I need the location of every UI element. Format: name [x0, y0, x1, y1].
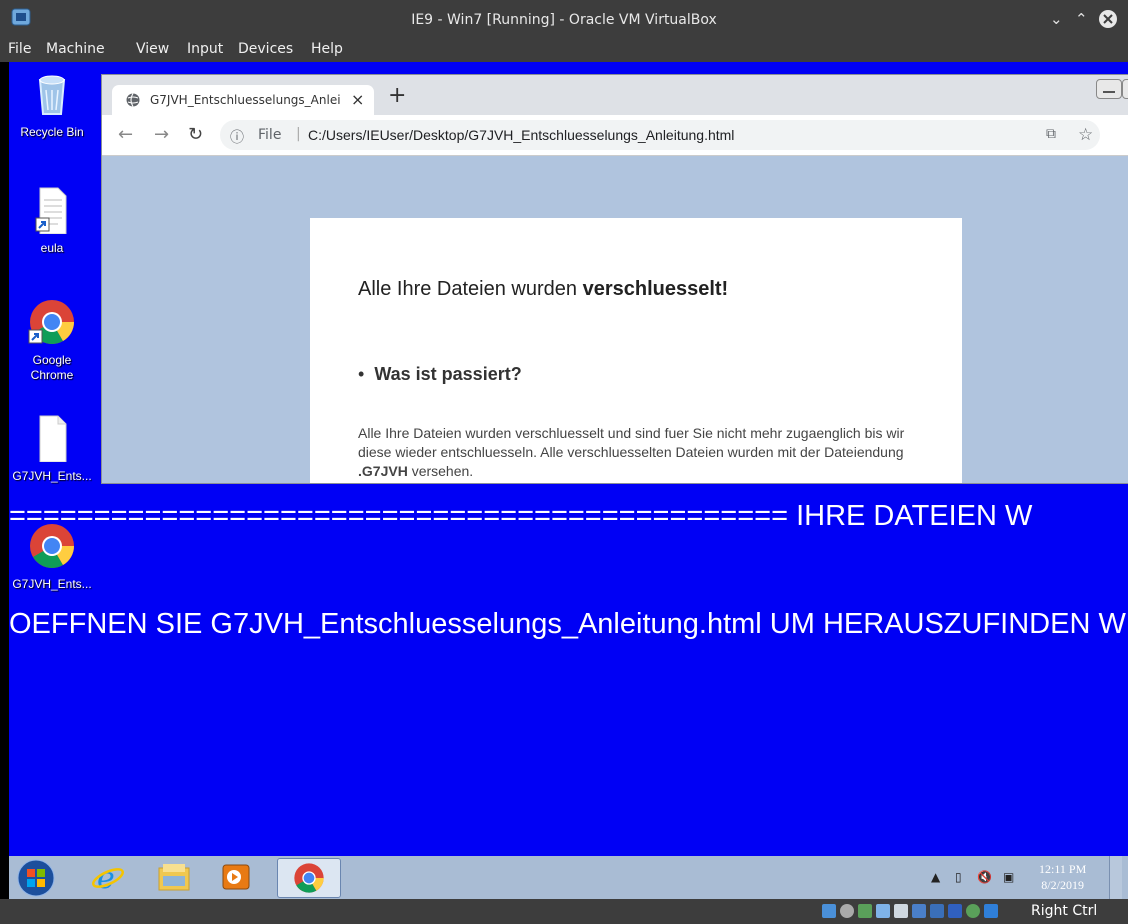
- svg-text:e: e: [97, 861, 115, 894]
- minimize-window-button[interactable]: [1096, 79, 1122, 99]
- window-title: IE9 - Win7 [Running] - Oracle VM Virtual…: [411, 12, 717, 28]
- desktop-icon-label: G7JVH_Ents...: [12, 577, 92, 591]
- page-heading-bold: verschluesselt!: [582, 278, 729, 300]
- menu-file[interactable]: File: [8, 41, 31, 57]
- address-separator: |: [296, 126, 301, 142]
- desktop-icon-label: eula: [40, 241, 64, 255]
- tab-close-icon[interactable]: ×: [351, 90, 364, 109]
- tab-title: G7JVH_Entschluesselungs_Anleitung.html: [150, 93, 340, 107]
- optical-drive-status-icon[interactable]: [840, 904, 854, 918]
- cpu-status-icon[interactable]: [948, 904, 962, 918]
- taskbar-media-player-button[interactable]: [205, 858, 267, 896]
- paragraph-text-end: versehen.: [407, 463, 474, 479]
- address-scheme: File: [258, 127, 282, 143]
- keyboard-capture-status-icon[interactable]: [984, 904, 998, 918]
- taskbar: e ▲ ▯ 🔇 ▣ 12:11 PM 8/2/2019: [9, 856, 1128, 899]
- html-file-icon: [39, 415, 67, 463]
- desktop-icon-label: Recycle Bin: [20, 125, 84, 139]
- desktop-icon-google-chrome[interactable]: Google Chrome: [9, 298, 95, 383]
- show-hidden-icons-icon[interactable]: ▲: [931, 870, 940, 884]
- recycle-bin-icon: [38, 75, 66, 115]
- menu-help[interactable]: Help: [311, 41, 343, 57]
- vbox-menubar: File Machine View Input Devices Help: [0, 40, 1128, 62]
- taskbar-explorer-button[interactable]: [143, 858, 205, 896]
- host-key-label: Right Ctrl: [1031, 903, 1098, 919]
- menu-devices[interactable]: Devices: [238, 41, 293, 57]
- new-tab-icon[interactable]: +: [388, 83, 406, 108]
- recording-status-icon[interactable]: [930, 904, 944, 918]
- media-player-icon: [222, 864, 250, 890]
- network-icon[interactable]: ▣: [1003, 870, 1014, 884]
- back-icon[interactable]: ←: [118, 124, 133, 145]
- page-viewport: Alle Ihre Dateien wurden verschluesselt!…: [102, 156, 1128, 483]
- menu-view[interactable]: View: [136, 41, 169, 57]
- desktop-icon-recycle-bin[interactable]: Recycle Bin: [9, 70, 95, 140]
- desktop-icon-label: Google Chrome: [30, 353, 74, 382]
- internet-explorer-icon: e: [92, 861, 124, 894]
- collapse-icon[interactable]: ⌄: [1050, 10, 1063, 28]
- page-paragraph: Alle Ihre Dateien wurden verschluesselt …: [358, 424, 918, 481]
- bullet-heading: • Was ist passiert?: [358, 364, 522, 384]
- ransom-note-card: Alle Ihre Dateien wurden verschluesselt!…: [310, 218, 962, 483]
- taskbar-ie-button[interactable]: e: [77, 858, 139, 896]
- close-icon[interactable]: [1098, 9, 1118, 29]
- hard-disk-status-icon[interactable]: [822, 904, 836, 918]
- globe-icon: [126, 93, 140, 107]
- address-bar[interactable]: ⓘ File | C:/Users/IEUser/Desktop/G7JVH_E…: [220, 120, 1100, 150]
- page-heading-plain: Alle Ihre Dateien wurden: [358, 278, 583, 300]
- network-status-icon[interactable]: [912, 904, 926, 918]
- maximize-window-button[interactable]: [1122, 79, 1128, 99]
- vbox-titlebar: IE9 - Win7 [Running] - Oracle VM Virtual…: [0, 0, 1128, 40]
- usb-status-icon[interactable]: [858, 904, 872, 918]
- start-button-icon[interactable]: [17, 859, 55, 897]
- taskbar-chrome-button[interactable]: [277, 858, 341, 898]
- info-icon[interactable]: ⓘ: [230, 127, 244, 147]
- translate-icon[interactable]: ⧉: [1046, 126, 1056, 142]
- reload-icon[interactable]: ↻: [188, 124, 203, 145]
- guest-desktop: Recycle Bin eula Google Chrome G7JVH_Ent…: [9, 62, 1128, 856]
- display-status-icon[interactable]: [894, 904, 908, 918]
- shared-folders-status-icon[interactable]: [876, 904, 890, 918]
- taskbar-clock[interactable]: 12:11 PM 8/2/2019: [1039, 861, 1086, 893]
- page-heading: Alle Ihre Dateien wurden verschluesselt!: [358, 278, 728, 301]
- menu-machine[interactable]: Machine: [46, 41, 105, 57]
- desktop-icon-html-file[interactable]: G7JVH_Ents...: [9, 414, 95, 484]
- volume-muted-icon[interactable]: 🔇: [977, 870, 992, 884]
- chrome-window: G7JVH_Entschluesselungs_Anleitung.html ×…: [101, 74, 1128, 484]
- show-desktop-button[interactable]: [1109, 856, 1122, 899]
- browser-toolbar: ← → ↻ ⓘ File | C:/Users/IEUser/Desktop/G…: [102, 115, 1128, 156]
- address-url: C:/Users/IEUser/Desktop/G7JVH_Entschlues…: [308, 127, 735, 143]
- clock-date: 8/2/2019: [1041, 878, 1084, 892]
- text-file-shortcut-icon: [35, 187, 67, 235]
- tab-strip: G7JVH_Entschluesselungs_Anleitung.html ×…: [102, 75, 1128, 115]
- bookmark-star-icon[interactable]: ☆: [1078, 125, 1093, 145]
- forward-icon[interactable]: →: [154, 124, 169, 145]
- browser-tab[interactable]: G7JVH_Entschluesselungs_Anleitung.html ×: [112, 85, 374, 115]
- paragraph-text: Alle Ihre Dateien wurden verschluesselt …: [358, 425, 905, 460]
- menu-input[interactable]: Input: [187, 41, 223, 57]
- chrome-icon: [294, 863, 324, 893]
- device-tray-icon[interactable]: ▯: [955, 870, 962, 884]
- clock-time: 12:11 PM: [1039, 862, 1087, 876]
- folder-icon: [158, 864, 190, 891]
- bullet-heading-text: Was ist passiert?: [374, 364, 522, 384]
- ransom-banner-line1: ========================================…: [9, 500, 1033, 532]
- maximize-icon[interactable]: ⌃: [1075, 10, 1088, 28]
- mouse-integration-status-icon[interactable]: [966, 904, 980, 918]
- chrome-shortcut-icon: [28, 300, 74, 344]
- desktop-icon-eula[interactable]: eula: [9, 186, 95, 256]
- desktop-icon-label: G7JVH_Ents...: [12, 469, 92, 483]
- ransom-banner-line2: OEFFNEN SIE G7JVH_Entschluesselungs_Anle…: [9, 608, 1126, 640]
- paragraph-extension: .G7JVH: [358, 463, 408, 479]
- vbox-statusbar: Right Ctrl: [0, 899, 1128, 924]
